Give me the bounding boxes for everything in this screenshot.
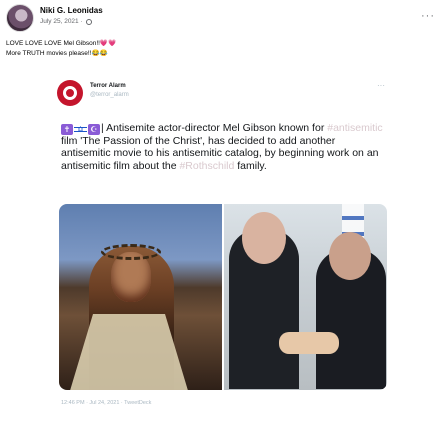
tweet-author-name[interactable]: Terror Alarm: [90, 83, 126, 89]
alarm-logo-icon: [63, 86, 77, 100]
globe-icon: [85, 18, 92, 25]
tweet-text-part: family.: [234, 159, 267, 172]
post-date[interactable]: July 25, 2021 ·: [40, 18, 83, 25]
hashtag-link[interactable]: #Rothschild: [179, 160, 234, 172]
handshake-shape: [279, 332, 339, 354]
tweet-text: ✝ ✡ ☪ | Antisemite actor-director Mel Gibso…: [61, 122, 387, 172]
more-options-icon[interactable]: ···: [421, 10, 435, 22]
post-meta: July 25, 2021 ·: [40, 18, 92, 25]
tweet-image-right[interactable]: [224, 204, 387, 390]
tweet-image-left[interactable]: [59, 204, 222, 390]
hashtag-link[interactable]: #antisemitic: [327, 122, 382, 134]
flag-emoji-icon: ✡: [74, 124, 87, 135]
tweet-more-icon[interactable]: ···: [377, 81, 385, 90]
caption-line: More TRUTH movies please!!😂😂: [6, 49, 108, 57]
author-name[interactable]: Niki G. Leonidas: [40, 6, 103, 15]
post-caption: LOVE LOVE LOVE Mel Gibson!!💗💗 More TRUTH…: [6, 39, 116, 58]
tweet-avatar[interactable]: [57, 80, 83, 106]
tweet-timestamp[interactable]: 12:46 PM · Jul 24, 2021 · TweetDeck: [61, 400, 151, 406]
avatar[interactable]: [6, 4, 34, 32]
caption-line: LOVE LOVE LOVE Mel Gibson!!💗💗: [6, 40, 117, 47]
embedded-tweet[interactable]: Terror Alarm @terror_alarm ··· ✝ ✡ ☪ | Anti…: [53, 75, 393, 410]
tweet-text-part: | Antisemite actor-director Mel Gibson k…: [101, 122, 328, 134]
tweet-author-handle[interactable]: @terror_alarm: [90, 92, 129, 98]
cross-emoji-icon: ✝: [61, 124, 73, 135]
post-header: Niki G. Leonidas July 25, 2021 · ···: [6, 4, 439, 34]
crown-shape: [101, 244, 161, 260]
tweet-media[interactable]: [59, 204, 387, 390]
head-shape: [242, 212, 286, 264]
religion-emoji-icon: ☪: [88, 124, 100, 135]
head-shape: [329, 232, 371, 280]
